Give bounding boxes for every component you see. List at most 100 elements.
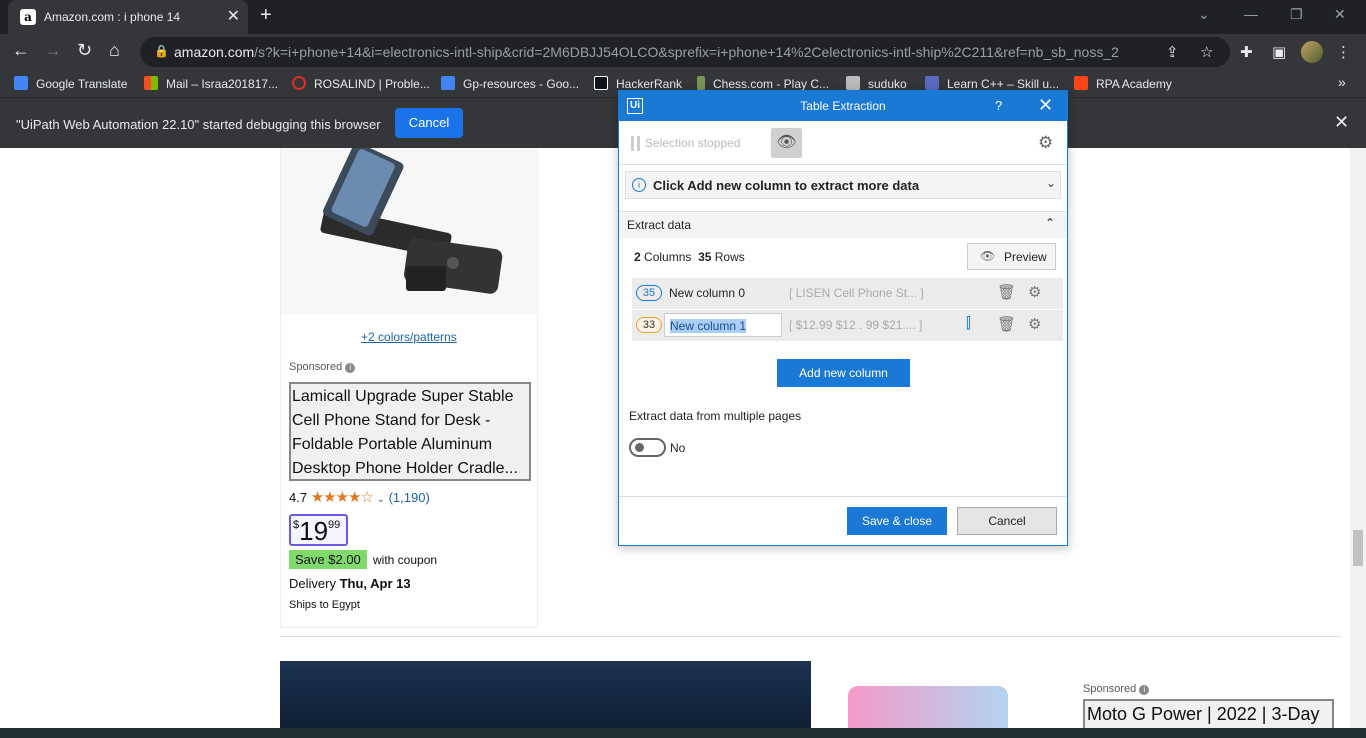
uipath-icon [1074,76,1088,90]
delivery-info: Delivery Thu, Apr 13 [289,576,411,591]
section-title: Extract data [627,218,692,232]
bookmark-star-icon[interactable]: ☆ [1200,43,1213,61]
infobar-cancel-button[interactable]: Cancel [395,108,463,138]
dialog-titlebar: Ui Table Extraction ? ✕ [619,91,1067,121]
toggle-knob [635,443,644,452]
address-bar[interactable]: 🔒 amazon.com/s?k=i+phone+14&i=electronic… [140,37,1230,67]
side-panel-icon[interactable]: ▣ [1272,43,1286,61]
column-row[interactable]: 35 New column 0 [ LISEN Cell Phone St...… [632,278,1063,309]
tab-strip: a Amazon.com : i phone 14 ✕ + ⌄ — ❐ ✕ [0,0,1366,34]
scrollbar[interactable] [1350,148,1366,728]
browser-toolbar: ← → ↻ ⌂ 🔒 amazon.com/s?k=i+phone+14&i=el… [0,34,1366,70]
eye-icon[interactable]: 👁 [771,128,802,158]
bookmark-item[interactable]: ROSALIND | Proble... [292,76,430,91]
home-icon[interactable]: ⌂ [109,40,120,61]
extract-data-header[interactable]: Extract data ⌃ [619,212,1067,238]
chevron-down-icon[interactable]: ⌄ [377,494,385,505]
trash-icon[interactable]: 🗑 [997,283,1016,301]
bookmark-item[interactable]: RPA Academy [1074,76,1172,91]
close-window-icon[interactable]: ✕ [1334,6,1346,23]
chess-icon [697,76,705,90]
gear-icon[interactable]: ⚙ [1028,283,1041,301]
url-host: amazon.com [174,44,255,60]
share-icon[interactable]: ⇪ [1166,43,1179,61]
column-preview: [ LISEN Cell Phone St... ] [789,286,924,300]
extensions-icon[interactable]: ✚ [1240,43,1253,61]
taskbar [0,728,1366,738]
minimize-icon[interactable]: — [1244,6,1258,22]
reload-icon[interactable]: ↻ [77,40,92,61]
avatar[interactable] [1301,41,1323,63]
cancel-button[interactable]: Cancel [957,507,1057,535]
column-selector-icon[interactable]: ⫿ [966,315,971,332]
scrollbar-thumb[interactable] [1353,530,1363,566]
colors-link[interactable]: +2 colors/patterns [361,330,457,344]
selection-bar: Selection stopped 👁 ⚙ [619,121,1067,165]
browser-tab[interactable]: a Amazon.com : i phone 14 ✕ [8,0,248,34]
divider [619,496,1067,497]
chevron-down-icon[interactable]: ⌄ [1198,6,1210,23]
info-icon[interactable]: i [345,363,356,373]
tab-title: Amazon.com : i phone 14 [44,10,181,24]
column-row[interactable]: 33 New column 1 [ $12.99 $12 . 99 $21...… [632,310,1063,341]
gear-icon[interactable]: ⚙ [1028,315,1041,333]
bookmark-item[interactable]: suduko [846,76,907,91]
save-badge: Save $2.00 [289,550,367,569]
rating: 4.7 ★★★★☆ ⌄ (1,190) [289,488,430,506]
more-bookmarks-icon[interactable]: » [1338,74,1346,90]
url-path: /s?k=i+phone+14&i=electronics-intl-ship&… [254,44,1119,60]
info-icon: i [632,178,646,192]
bookmark-item[interactable]: Gp-resources - Goo... [441,76,579,91]
help-icon[interactable]: ? [995,98,1002,113]
info-icon[interactable]: i [1139,685,1150,695]
stars-icon[interactable]: ★★★★☆ [311,489,374,506]
product-title[interactable]: Lamicall Upgrade Super Stable Cell Phone… [289,382,531,481]
preview-button[interactable]: 👁 Preview [967,243,1056,270]
row-count-badge: 33 [636,317,662,333]
close-tab-icon[interactable]: ✕ [227,6,240,26]
preview-label: Preview [1004,250,1047,264]
pause-icon [631,136,640,151]
selection-status: Selection stopped [645,136,741,150]
restore-icon[interactable]: ❐ [1290,6,1303,23]
toggle-state: No [670,441,686,455]
column-name[interactable]: New column 0 [669,286,745,300]
info-banner[interactable]: i Click Add new column to extract more d… [625,171,1061,199]
chevron-up-icon[interactable]: ⌃ [1045,216,1055,230]
bookmark-item[interactable]: HackerRank [594,76,682,91]
bookmark-item[interactable]: Google Translate [14,76,127,91]
infobar-message: "UiPath Web Automation 22.10" started de… [16,117,381,132]
bookmark-item[interactable]: Chess.com - Play C... [697,76,829,91]
new-tab-icon[interactable]: + [260,4,272,27]
product-card: +2 colors/patterns Sponsored i Lamicall U… [280,148,539,628]
close-icon[interactable]: ✕ [1038,95,1053,116]
ships-to: Ships to Egypt [289,599,360,611]
product-title[interactable]: Moto G Power | 2022 | 3-Day [1083,699,1334,728]
menu-icon[interactable]: ⋮ [1336,43,1351,61]
gear-icon[interactable]: ⚙ [1038,133,1053,153]
add-new-column-button[interactable]: Add new column [777,359,910,387]
lock-icon: 🔒 [154,44,169,58]
google-translate-icon [14,76,28,90]
bookmark-item[interactable]: Mail – Israa201817... [144,76,278,91]
save-close-button[interactable]: Save & close [847,507,947,535]
product-image[interactable] [281,148,539,315]
hackerrank-icon [594,76,608,90]
column-name-input[interactable]: New column 1 [664,313,782,337]
sponsored-label: Sponsored i [289,361,356,373]
multi-pages-label: Extract data from multiple pages [629,409,802,423]
phone-stand-image [320,148,503,294]
multi-pages-toggle[interactable] [629,438,666,457]
bookmark-item[interactable]: Learn C++ – Skill u... [925,76,1059,91]
chevron-down-icon[interactable]: ⌄ [1046,176,1056,190]
back-icon[interactable]: ← [12,40,30,61]
rating-count[interactable]: (1,190) [389,490,430,505]
close-icon[interactable]: ✕ [1334,112,1349,133]
product-image[interactable] [848,686,1008,728]
trash-icon[interactable]: 🗑 [997,315,1016,333]
banner-image[interactable] [280,661,811,728]
forward-icon[interactable]: → [44,40,62,61]
counts-summary: 2 Columns 35 Rows [634,250,745,264]
column-preview: [ $12.99 $12 . 99 $21.... ] [789,318,923,332]
price-highlight: $1999 [289,514,348,546]
